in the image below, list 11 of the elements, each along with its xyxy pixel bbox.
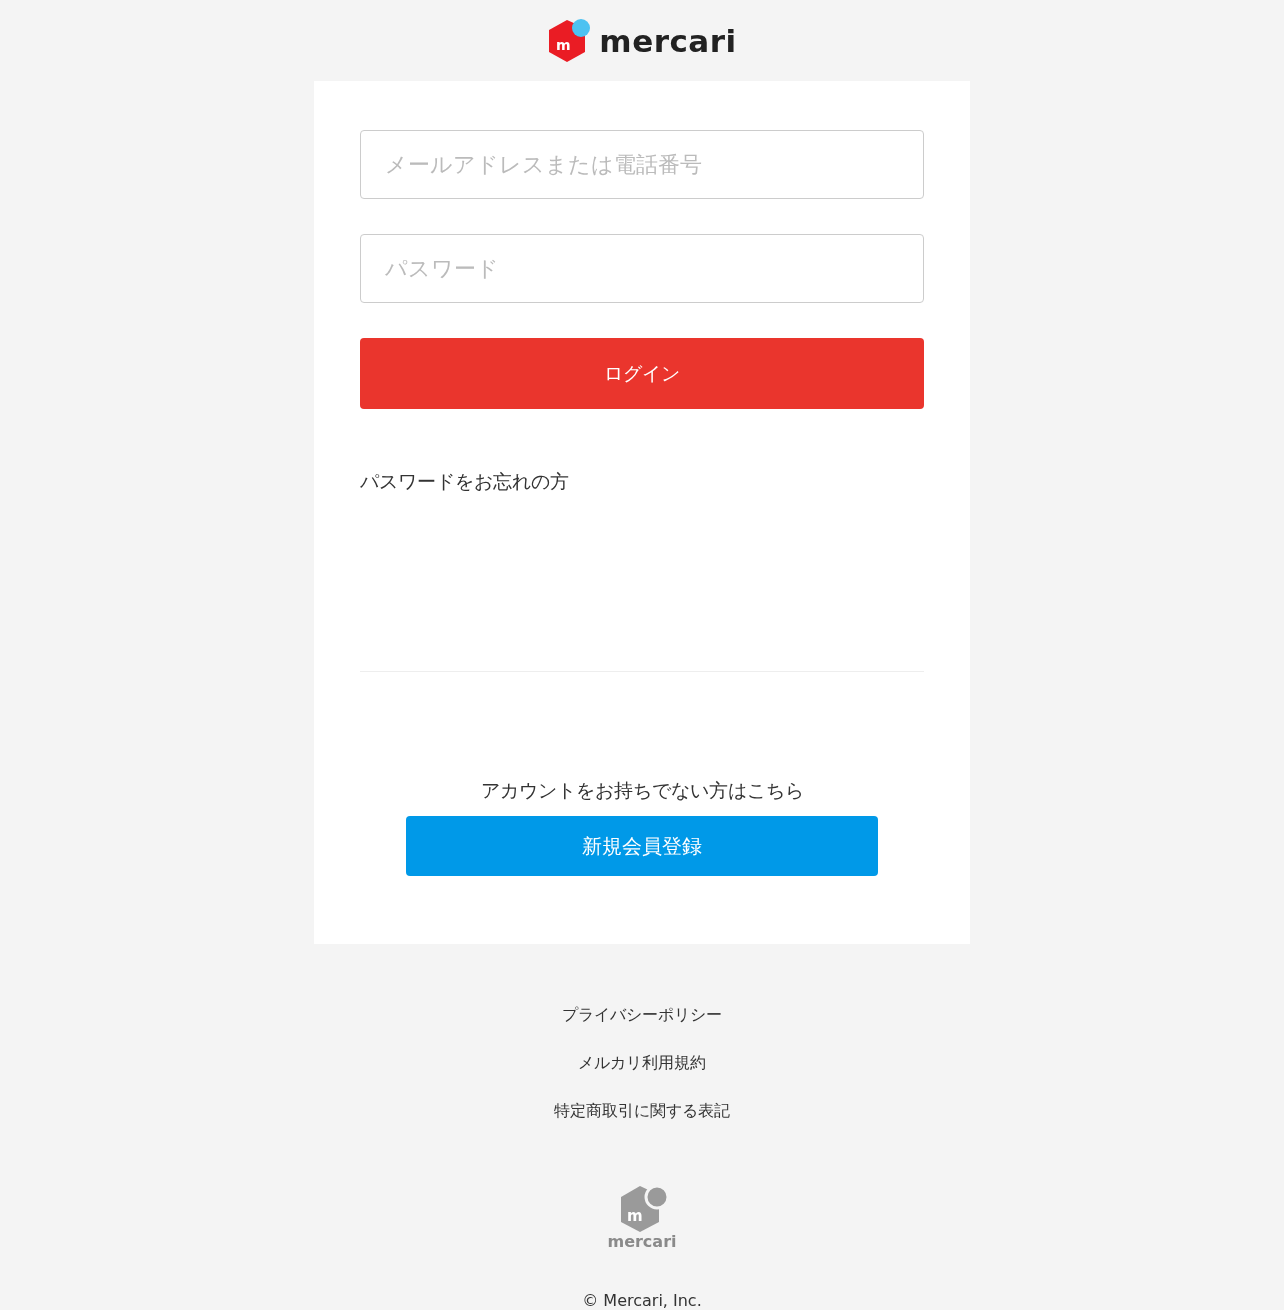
footer-link[interactable]: 特定商取引に関する表記: [554, 1100, 730, 1122]
copyright-text: © Mercari, Inc.: [582, 1291, 702, 1310]
login-button[interactable]: ログイン: [360, 338, 924, 409]
password-field[interactable]: パスワード: [360, 234, 924, 303]
signup-prompt: アカウントをお持ちでない方はこちら: [480, 778, 804, 803]
forgot-password-link[interactable]: パスワードをお忘れの方: [360, 469, 569, 495]
footer-link[interactable]: プライバシーポリシー: [562, 1004, 722, 1026]
logo-text: mercari: [599, 22, 737, 59]
logo-text: mercari: [607, 1232, 677, 1251]
email-field[interactable]: メールアドレスまたは電話番号: [360, 130, 924, 199]
footer-link[interactable]: メルカリ利用規約: [578, 1052, 706, 1074]
